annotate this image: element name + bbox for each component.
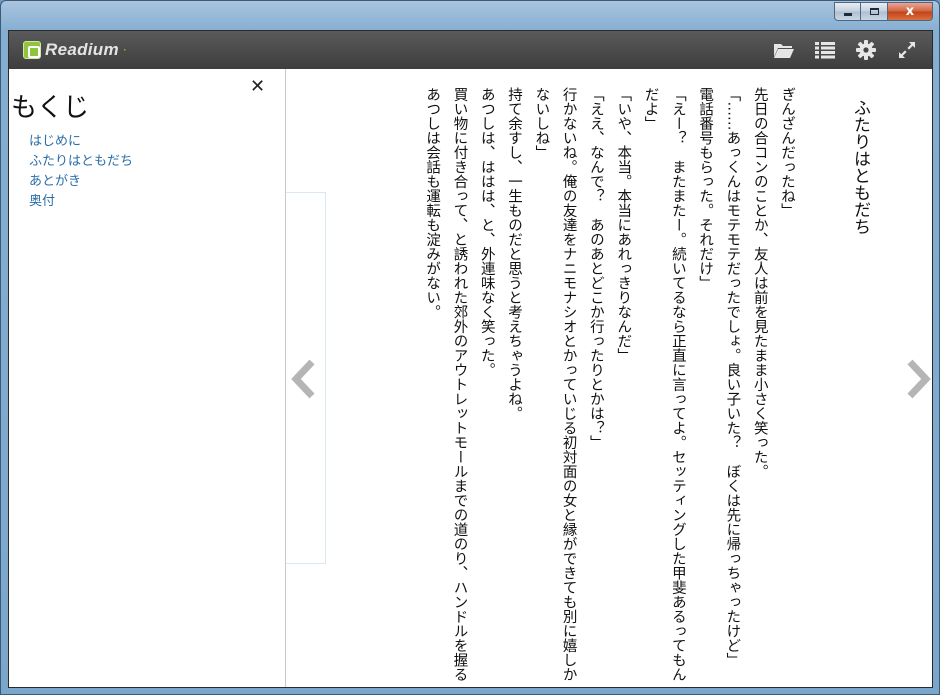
book-page: ふたりはともだち ぎんざんだったね」 先日の合コンのことか、友人は前を見たまま小… bbox=[386, 87, 874, 687]
settings-button[interactable] bbox=[855, 39, 877, 61]
maximize-icon bbox=[869, 8, 879, 15]
close-window-button[interactable]: x bbox=[888, 2, 933, 21]
text-line: 買い物に付き合って、と誘われた郊外のアウトレットモールまでの道のり、ハンドルを握… bbox=[424, 87, 468, 682]
text-line: 「いや、本当。本当にあれっきりなんだ」 bbox=[615, 87, 632, 363]
app-name: Readium bbox=[45, 40, 119, 59]
gear-icon bbox=[856, 40, 876, 60]
text-line: 「……あっくんはモテモテだったでしょ。良い子いた？ ぼくは先に帰っちゃったけど」 bbox=[724, 87, 741, 667]
toc-item-chapter[interactable]: ふたりはともだち bbox=[29, 152, 133, 172]
previous-page-button[interactable] bbox=[290, 359, 318, 399]
readium-app: Readium · ✕ もくじ はじめに ふたりはともだち あとがき 奥付 ふた… bbox=[8, 30, 933, 688]
toolbar-icons bbox=[773, 31, 918, 69]
logo-dot: · bbox=[122, 43, 127, 57]
text-line: 行かないね。俺の友達をナニモナシオとかっていじる初対面の女と縁ができても別に嬉し… bbox=[533, 87, 577, 682]
chevron-left-icon bbox=[291, 359, 315, 399]
text-line: 電話番号もらった。それだけ」 bbox=[697, 87, 714, 290]
text-line: 「えー？ またまたー。続いてるなら正直に言ってよ。セッティングした甲斐あるっても… bbox=[642, 87, 686, 682]
app-window: x Readium · ✕ もくじ はじめに ふたりはともだち あとがき 奥付 … bbox=[0, 0, 940, 695]
toc-list: はじめに ふたりはともだち あとがき 奥付 bbox=[29, 132, 133, 212]
text-line: 先日の合コンのことか、友人は前を見たまま小さく笑った。 bbox=[751, 87, 768, 479]
library-button[interactable] bbox=[773, 39, 795, 61]
text-line: 持て余すし、一生ものだと思うと考えちゃうよね。 bbox=[506, 87, 523, 421]
toolbar: Readium · bbox=[9, 31, 932, 69]
close-window-icon: x bbox=[905, 4, 915, 19]
reader-pane: ふたりはともだち ぎんざんだったね」 先日の合コンのことか、友人は前を見たまま小… bbox=[286, 69, 932, 687]
window-controls: x bbox=[834, 2, 933, 22]
minimize-button[interactable] bbox=[834, 2, 861, 21]
toc-sidebar: ✕ もくじ はじめに ふたりはともだち あとがき 奥付 bbox=[9, 69, 286, 687]
fullscreen-button[interactable] bbox=[896, 39, 918, 61]
maximize-button[interactable] bbox=[861, 2, 888, 21]
chapter-title: ふたりはともだち bbox=[850, 99, 870, 235]
folder-open-icon bbox=[774, 44, 794, 58]
fullscreen-icon bbox=[899, 42, 915, 58]
close-toc-icon[interactable]: ✕ bbox=[250, 76, 265, 97]
chevron-right-icon bbox=[907, 359, 931, 399]
toc-title: もくじ bbox=[11, 93, 90, 123]
text-line: あつしは、ははは、と、外連味なく笑った。 bbox=[478, 87, 495, 377]
readium-logo: Readium · bbox=[23, 40, 127, 60]
text-line: 「ええ、なんで？ あのあとどこか行ったりとかは？」 bbox=[587, 87, 604, 450]
toc-item-colophon[interactable]: 奥付 bbox=[29, 192, 133, 212]
next-page-button[interactable] bbox=[904, 359, 932, 399]
toc-button[interactable] bbox=[814, 39, 836, 61]
text-line: ぎんざんだったね」 bbox=[779, 87, 795, 218]
minimize-icon bbox=[843, 13, 852, 16]
toc-item-intro[interactable]: はじめに bbox=[29, 132, 133, 152]
readium-logo-icon bbox=[23, 41, 41, 59]
list-icon bbox=[815, 42, 835, 59]
toc-item-afterword[interactable]: あとがき bbox=[29, 172, 133, 192]
